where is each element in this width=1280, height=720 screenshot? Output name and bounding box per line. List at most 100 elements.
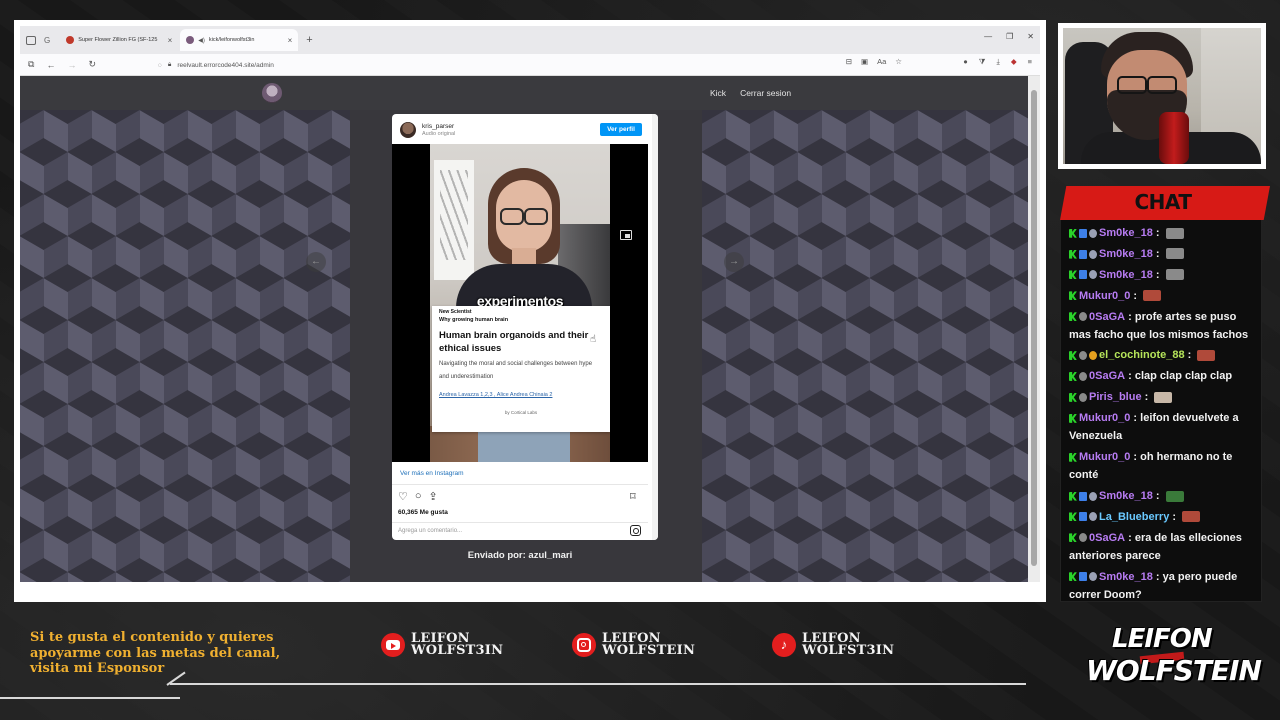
tab-title: Super Flower Zillion FG (SF-125 xyxy=(78,37,158,43)
instagram-username[interactable]: kris_parser xyxy=(422,123,454,130)
gift-badge-icon xyxy=(1089,270,1097,280)
presenter-glasses xyxy=(498,208,550,225)
emote-icon xyxy=(1197,350,1216,362)
reel-video[interactable]: experimentos New Scientist Why growing h… xyxy=(392,144,648,462)
tab-kick-admin[interactable]: ◀) kick/leifonwolfst3in × xyxy=(180,29,299,51)
nav-kick-link[interactable]: Kick xyxy=(710,88,726,98)
comment-icon[interactable]: ○ xyxy=(415,490,422,503)
back-icon[interactable]: ← xyxy=(46,60,55,70)
site-logo[interactable] xyxy=(262,83,282,103)
card-brand: New Scientist xyxy=(439,309,472,315)
chat-badges xyxy=(1069,245,1099,263)
chat-username[interactable]: Mukur0_0 xyxy=(1079,290,1130,302)
kick-badge-icon xyxy=(1069,372,1077,382)
tab-favicon-icon xyxy=(66,36,75,44)
chat-badges xyxy=(1069,266,1099,284)
sidebar-toggle-icon[interactable] xyxy=(26,35,36,45)
emote-icon xyxy=(1165,490,1184,502)
address-bar[interactable]: ◌ 🔒︎ reelvault.errorcode404.site/admin xyxy=(158,57,903,73)
url-text[interactable]: reelvault.errorcode404.site/admin xyxy=(177,62,273,69)
tab-super-flower[interactable]: Super Flower Zillion FG (SF-125 × xyxy=(60,29,178,51)
kick-badge-icon xyxy=(1069,228,1077,238)
extensions-icon[interactable]: ⧩ xyxy=(979,57,986,67)
blue-badge-icon xyxy=(1079,270,1087,280)
chat-username[interactable]: Sm0ke_18 xyxy=(1099,571,1153,583)
view-profile-button[interactable]: Ver perfil xyxy=(600,123,642,136)
instagram-logo-icon[interactable] xyxy=(630,525,641,536)
page-scrollbar[interactable] xyxy=(1028,76,1040,582)
chat-separator: : xyxy=(1125,531,1135,544)
decorative-line xyxy=(170,683,1026,685)
translate-icon[interactable]: Aa xyxy=(877,57,886,66)
extensions-bar: ● ⧩ ⤓ ◆ ≡ xyxy=(963,57,1032,67)
microphone xyxy=(1159,112,1189,164)
gift-badge-icon xyxy=(1089,491,1097,501)
google-icon[interactable]: G xyxy=(44,36,50,45)
chat-username[interactable]: Sm0ke_18 xyxy=(1099,490,1153,502)
ublock-icon[interactable]: ● xyxy=(963,57,968,67)
chat-username[interactable]: 0SaGA xyxy=(1089,311,1125,323)
chat-username[interactable]: 0SaGA xyxy=(1089,370,1125,382)
audio-label[interactable]: Audio original xyxy=(422,131,455,137)
tab-close-icon[interactable]: × xyxy=(168,36,173,45)
chat-username[interactable]: Sm0ke_18 xyxy=(1099,269,1153,281)
chat-username[interactable]: Sm0ke_18 xyxy=(1099,227,1153,239)
emote-icon xyxy=(1165,227,1184,239)
downloads-icon[interactable]: ⤓ xyxy=(997,57,1000,67)
like-heart-icon[interactable]: ♡ xyxy=(398,490,408,503)
scrollbar-thumb[interactable] xyxy=(1031,90,1037,566)
chat-username[interactable]: Mukur0_0 xyxy=(1079,412,1130,424)
chat-message-list: Sm0ke_18 : Sm0ke_18 : Sm0ke_18 : Mukur0_… xyxy=(1069,224,1255,606)
chat-badges xyxy=(1069,409,1079,427)
tab-bar: G Super Flower Zillion FG (SF-125 × ◀) k… xyxy=(20,26,1040,54)
avatar[interactable] xyxy=(400,122,416,138)
chat-separator: : xyxy=(1152,489,1163,502)
chat-separator: : xyxy=(1125,370,1135,383)
comment-input[interactable]: Agrega un comentario... xyxy=(398,528,462,534)
chat-separator: : xyxy=(1125,310,1135,323)
blue-badge-icon xyxy=(1079,249,1087,259)
previous-arrow-button[interactable]: ← xyxy=(306,252,326,272)
bookmark-star-icon[interactable]: ☆ xyxy=(895,57,902,66)
chat-separator: : xyxy=(1130,451,1141,464)
menu-icon[interactable]: ≡ xyxy=(1028,57,1032,67)
embed-scrollbar[interactable] xyxy=(652,114,658,540)
cube-pattern-right xyxy=(702,110,1028,582)
tab-close-icon[interactable]: × xyxy=(288,36,293,45)
nav-logout-link[interactable]: Cerrar sesion xyxy=(740,88,791,98)
chat-username[interactable]: La_Blueberry xyxy=(1099,511,1169,523)
close-window-icon[interactable]: ✕ xyxy=(1027,32,1034,41)
reload-icon[interactable]: ↻ xyxy=(88,59,96,70)
chat-username[interactable]: 0SaGA xyxy=(1089,532,1125,544)
next-arrow-button[interactable]: → xyxy=(724,252,744,272)
minimize-icon[interactable]: — xyxy=(984,32,992,41)
chat-separator: : xyxy=(1130,412,1141,425)
profile-icon[interactable]: ◆ xyxy=(1011,57,1017,67)
chat-username[interactable]: Sm0ke_18 xyxy=(1099,248,1153,260)
picture-icon[interactable]: ▣ xyxy=(861,57,868,66)
chat-username[interactable]: Mukur0_0 xyxy=(1079,451,1130,463)
chat-message: Mukur0_0 : leifon devuelvete a Venezuela xyxy=(1069,409,1255,445)
maximize-icon[interactable]: ❐ xyxy=(1006,32,1013,41)
save-bookmark-icon[interactable]: ⌑ xyxy=(630,490,636,503)
forward-icon[interactable]: → xyxy=(67,60,76,70)
chat-separator: : xyxy=(1152,247,1163,260)
shield-icon[interactable]: ◌ xyxy=(158,62,162,69)
admin-page: Kick Cerrar sesion ← → kris_parser Audio… xyxy=(20,76,1028,582)
card-kicker: Why growing human brain xyxy=(439,317,509,323)
chat-username[interactable]: Piris_blue xyxy=(1089,391,1142,403)
sponsor-text: Si te gusta el contenido y quieres apoya… xyxy=(30,630,281,676)
instagram-social: LEIFON WOLFSTEIN xyxy=(572,632,695,657)
audio-playing-icon[interactable]: ◀) xyxy=(198,37,205,44)
tab-manager-icon[interactable]: ⧉ xyxy=(28,59,34,70)
view-more-link[interactable]: Ver más en Instagram xyxy=(400,470,464,477)
gold-badge-icon xyxy=(1089,351,1097,361)
chat-badges xyxy=(1069,388,1089,406)
new-tab-button[interactable]: + xyxy=(306,34,312,46)
decorative-line xyxy=(0,697,180,699)
share-icon[interactable]: ⇪ xyxy=(429,490,438,503)
chat-username[interactable]: el_cochinote_88 xyxy=(1099,350,1185,362)
lock-icon[interactable]: 🔒︎ xyxy=(168,61,171,69)
picture-in-picture-icon[interactable] xyxy=(620,230,632,240)
install-app-icon[interactable]: ⊟ xyxy=(846,57,852,66)
